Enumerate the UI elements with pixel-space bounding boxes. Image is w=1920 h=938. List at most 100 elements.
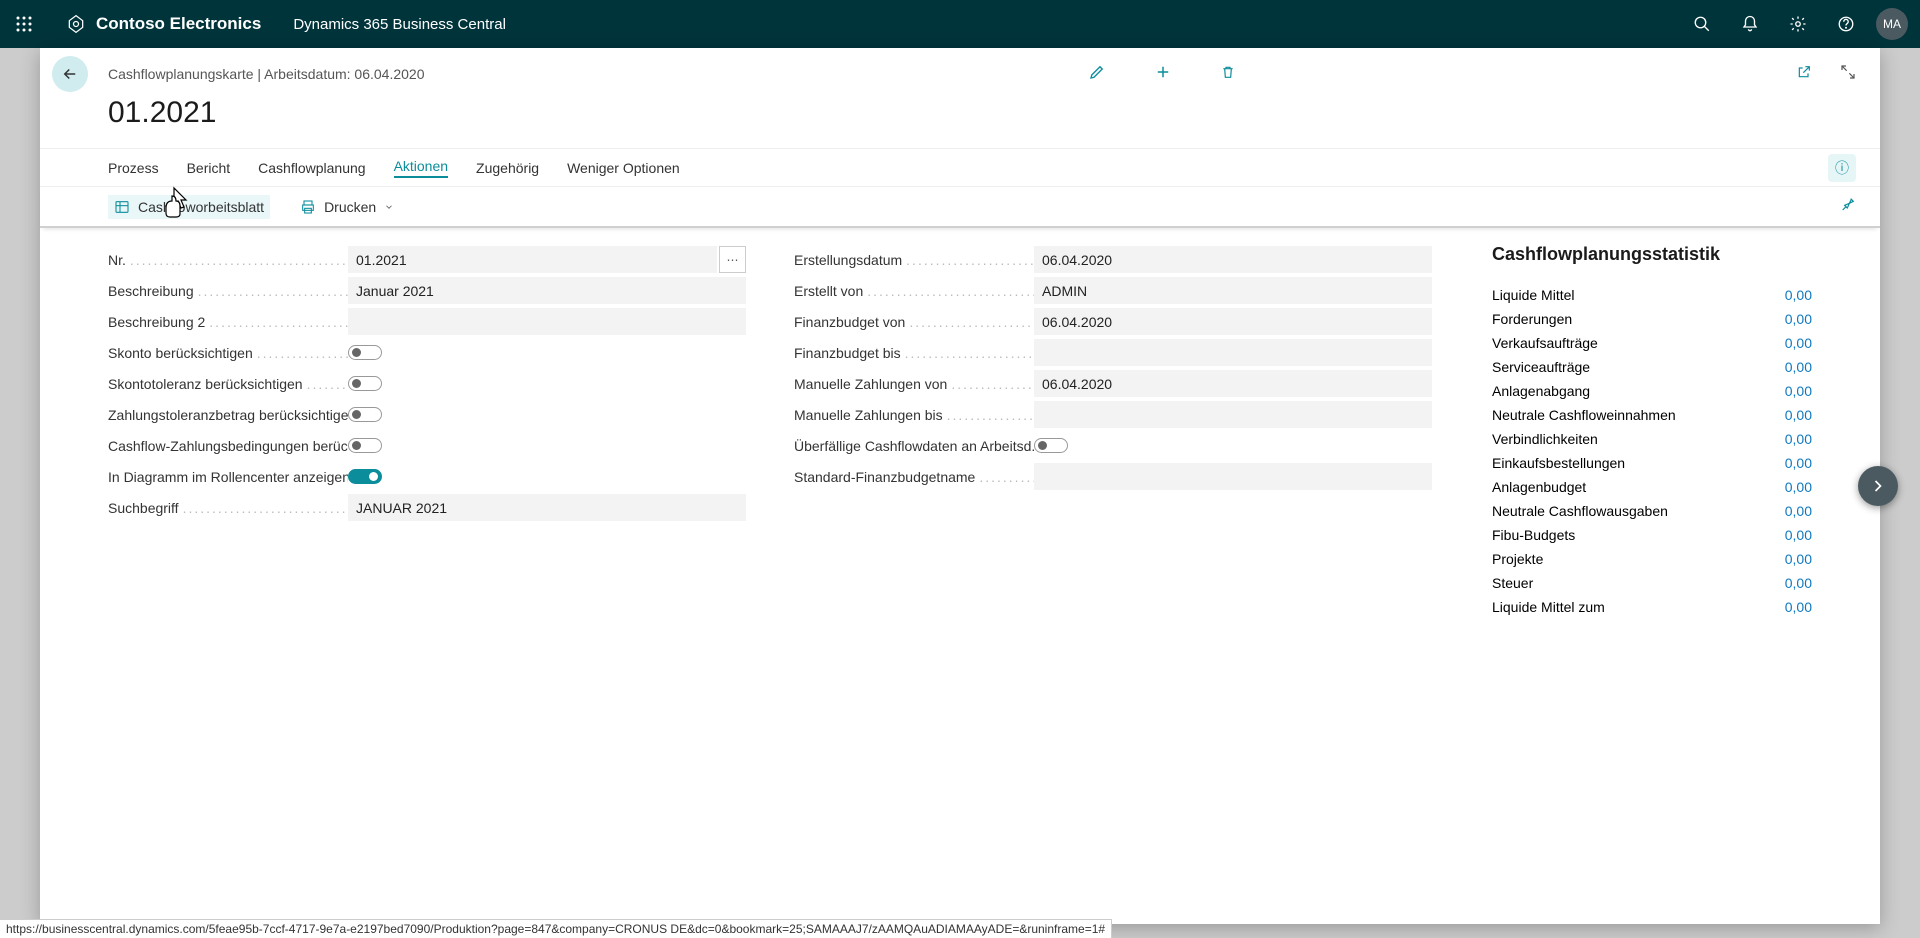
stat-value[interactable]: 0,00 bbox=[1785, 431, 1812, 447]
page-card: Cashflowplanungskarte | Arbeitsdatum: 06… bbox=[40, 48, 1880, 924]
print-button[interactable]: Drucken bbox=[294, 195, 400, 219]
stat-row: Liquide Mittel0,00 bbox=[1492, 283, 1812, 307]
text-input[interactable] bbox=[1034, 370, 1432, 397]
text-input[interactable] bbox=[348, 277, 746, 304]
pin-icon[interactable] bbox=[1840, 196, 1856, 217]
field-label: Finanzbudget bis bbox=[794, 345, 1034, 361]
stat-row: Anlagenabgang 0,00 bbox=[1492, 379, 1812, 403]
info-icon[interactable]: ⓘ bbox=[1828, 154, 1856, 182]
nav-tab[interactable]: Prozess bbox=[108, 160, 159, 176]
form-column-right: Erstellungsdatum Erstellt von Finanzbudget… bbox=[794, 244, 1432, 619]
stat-value[interactable]: 0,00 bbox=[1785, 359, 1812, 375]
company-logo[interactable]: Contoso Electronics bbox=[48, 14, 279, 34]
nav-tabs: Prozess Bericht Cashflowplanung Aktionen Zug… bbox=[40, 148, 1880, 186]
app-name[interactable]: Dynamics 365 Business Central bbox=[279, 16, 520, 33]
form-field: Erstellungsdatum bbox=[794, 244, 1432, 275]
collapse-icon[interactable] bbox=[1840, 64, 1856, 85]
field-label: Manuelle Zahlungen von bbox=[794, 376, 1034, 392]
stat-label: Verbindlichkeiten bbox=[1492, 431, 1598, 447]
bell-icon[interactable] bbox=[1726, 0, 1774, 48]
stat-value[interactable]: 0,00 bbox=[1785, 479, 1812, 495]
toggle[interactable] bbox=[348, 469, 382, 484]
field-label: Beschreibung bbox=[108, 283, 348, 299]
lookup-button[interactable]: ⋯ bbox=[719, 246, 746, 273]
text-input[interactable] bbox=[1034, 308, 1432, 335]
app-launcher-icon[interactable] bbox=[0, 0, 48, 48]
ribbon-label: Cashfloworbeitsblatt bbox=[138, 199, 264, 215]
stat-value[interactable]: 0,00 bbox=[1785, 575, 1812, 591]
next-record-button[interactable] bbox=[1858, 466, 1898, 506]
form-field: Suchbegriff bbox=[108, 492, 746, 523]
field-label: Standard-Finanzbudgetname bbox=[794, 469, 1034, 485]
form-field: Skonto berücksichtigen bbox=[108, 337, 746, 368]
stat-label: Serviceaufträge bbox=[1492, 359, 1590, 375]
toggle[interactable] bbox=[348, 407, 382, 422]
toggle[interactable] bbox=[348, 345, 382, 360]
stat-value[interactable]: 0,00 bbox=[1785, 335, 1812, 351]
text-input[interactable] bbox=[348, 494, 746, 521]
stat-label: Anlagenabgang bbox=[1492, 383, 1590, 399]
nav-tab[interactable]: Aktionen bbox=[394, 158, 448, 178]
stat-value[interactable]: 0,00 bbox=[1785, 311, 1812, 327]
stat-value[interactable]: 0,00 bbox=[1785, 503, 1812, 519]
text-input[interactable] bbox=[1034, 401, 1432, 428]
text-input[interactable] bbox=[1034, 339, 1432, 366]
stat-row: Forderungen 0,00 bbox=[1492, 307, 1812, 331]
stat-value[interactable]: 0,00 bbox=[1785, 455, 1812, 471]
stat-row: Verbindlichkeiten 0,00 bbox=[1492, 427, 1812, 451]
stat-row: Neutrale Cashflowausgaben 0,00 bbox=[1492, 499, 1812, 523]
stat-value[interactable]: 0,00 bbox=[1785, 551, 1812, 567]
stat-label: Verkaufsaufträge bbox=[1492, 335, 1598, 351]
new-icon[interactable] bbox=[1154, 63, 1172, 86]
text-input[interactable] bbox=[1034, 246, 1432, 273]
text-input[interactable] bbox=[1034, 463, 1432, 490]
stat-label: Forderungen bbox=[1492, 311, 1572, 327]
gear-icon[interactable] bbox=[1774, 0, 1822, 48]
stats-panel: Cashflowplanungsstatistik Liquide Mittel… bbox=[1492, 244, 1812, 619]
text-input[interactable] bbox=[348, 308, 746, 335]
stat-row: Steuer0,00 bbox=[1492, 571, 1812, 595]
back-button[interactable] bbox=[52, 56, 88, 92]
field-label: Erstellt von bbox=[794, 283, 1034, 299]
form-field: Cashflow-Zahlungsbedingungen berüc... bbox=[108, 430, 746, 461]
nav-tab[interactable]: Weniger Optionen bbox=[567, 160, 680, 176]
form-field: In Diagramm im Rollencenter anzeigen bbox=[108, 461, 746, 492]
toggle[interactable] bbox=[1034, 438, 1068, 453]
stat-label: Fibu-Budgets bbox=[1492, 527, 1575, 543]
form-field: Beschreibung bbox=[108, 275, 746, 306]
stat-value[interactable]: 0,00 bbox=[1785, 287, 1812, 303]
help-icon[interactable] bbox=[1822, 0, 1870, 48]
toggle[interactable] bbox=[348, 376, 382, 391]
form-column-left: Nr.⋯ Beschreibung Beschreibung 2 Skonto ber… bbox=[108, 244, 746, 619]
delete-icon[interactable] bbox=[1220, 63, 1236, 86]
text-input[interactable] bbox=[348, 246, 717, 273]
field-label: Suchbegriff bbox=[108, 500, 348, 516]
stat-value[interactable]: 0,00 bbox=[1785, 383, 1812, 399]
popout-icon[interactable] bbox=[1796, 64, 1812, 85]
toggle[interactable] bbox=[348, 438, 382, 453]
text-input[interactable] bbox=[1034, 277, 1432, 304]
status-bar-url: https://businesscentral.dynamics.com/5fe… bbox=[0, 919, 1112, 938]
stat-label: Neutrale Cashfloweinnahmen bbox=[1492, 407, 1676, 423]
company-name: Contoso Electronics bbox=[96, 14, 261, 34]
stat-value[interactable]: 0,00 bbox=[1785, 599, 1812, 615]
edit-icon[interactable] bbox=[1088, 63, 1106, 86]
field-label: Beschreibung 2 bbox=[108, 314, 348, 330]
stat-row: Verkaufsaufträge 0,00 bbox=[1492, 331, 1812, 355]
nav-tab[interactable]: Cashflowplanung bbox=[258, 160, 365, 176]
form-field: Skontotoleranz berücksichtigen bbox=[108, 368, 746, 399]
breadcrumb: Cashflowplanungskarte | Arbeitsdatum: 06… bbox=[108, 66, 425, 82]
avatar[interactable]: MA bbox=[1876, 8, 1908, 40]
stat-label: Neutrale Cashflowausgaben bbox=[1492, 503, 1668, 519]
form-field: Manuelle Zahlungen von bbox=[794, 368, 1432, 399]
form-field: Nr.⋯ bbox=[108, 244, 746, 275]
cashflow-worksheet-button[interactable]: Cashfloworbeitsblatt bbox=[108, 195, 270, 219]
search-icon[interactable] bbox=[1678, 0, 1726, 48]
form-field: Beschreibung 2 bbox=[108, 306, 746, 337]
nav-tab[interactable]: Zugehörig bbox=[476, 160, 539, 176]
form-field: Finanzbudget bis bbox=[794, 337, 1432, 368]
stat-row: Liquide Mittel zum0,00 bbox=[1492, 595, 1812, 619]
nav-tab[interactable]: Bericht bbox=[187, 160, 231, 176]
stat-value[interactable]: 0,00 bbox=[1785, 527, 1812, 543]
stat-value[interactable]: 0,00 bbox=[1785, 407, 1812, 423]
